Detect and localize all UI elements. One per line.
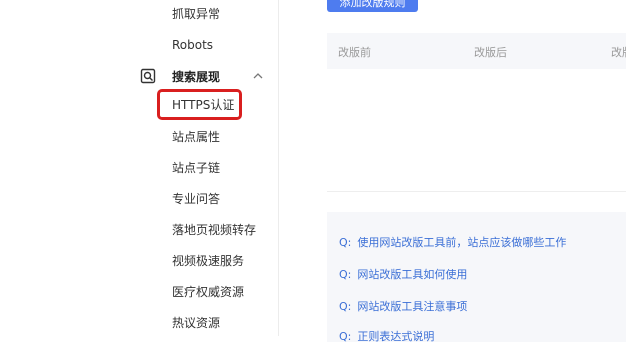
sidebar-item-https[interactable]: HTTPS认证 [172, 97, 234, 113]
sidebar-section-search-display[interactable]: 搜索展现 [140, 66, 270, 86]
table-body-empty [327, 69, 626, 192]
search-display-icon [140, 68, 156, 84]
sidebar-item-landing-video[interactable]: 落地页视频转存 [172, 222, 256, 238]
faq-item[interactable]: Q: 正则表达式说明 [339, 328, 434, 344]
sidebar-section-label: 搜索展现 [172, 69, 221, 84]
sidebar-item-sitelinks[interactable]: 站点子链 [172, 160, 220, 176]
sidebar-item-robots[interactable]: Robots [172, 37, 213, 53]
column-after: 改版后 [474, 46, 507, 59]
sidebar: 抓取异常 Robots 搜索展现 HTTPS认证 站点属性 站点子链 专业问答 … [0, 0, 279, 336]
sidebar-item-crawl-errors[interactable]: 抓取异常 [172, 6, 220, 22]
sidebar-item-professional-qa[interactable]: 专业问答 [172, 191, 220, 207]
sidebar-item-medical-resources[interactable]: 医疗权威资源 [172, 284, 244, 300]
column-third: 改版 [611, 46, 626, 59]
sidebar-item-video-speed[interactable]: 视频极速服务 [172, 253, 244, 269]
column-before: 改版前 [338, 46, 371, 59]
add-rule-button[interactable]: 添加改版规则 [327, 0, 418, 12]
sidebar-item-hot-topics[interactable]: 热议资源 [172, 315, 220, 331]
faq-item[interactable]: Q: 使用网站改版工具前，站点应该做哪些工作 [339, 234, 566, 250]
faq-panel: Q: 使用网站改版工具前，站点应该做哪些工作 Q: 网站改版工具如何使用 Q: 网站改… [327, 212, 626, 344]
faq-item[interactable]: Q: 网站改版工具注意事项 [339, 298, 467, 314]
sidebar-item-site-attributes[interactable]: 站点属性 [172, 129, 220, 145]
chevron-up-icon[interactable] [251, 69, 265, 83]
table-header: 改版前 改版后 改版 [327, 33, 626, 69]
faq-item[interactable]: Q: 网站改版工具如何使用 [339, 266, 467, 282]
main-content: 添加改版规则 改版前 改版后 改版 Q:使用网站改版工具前，站点应该做哪些工作 … [279, 0, 626, 343]
